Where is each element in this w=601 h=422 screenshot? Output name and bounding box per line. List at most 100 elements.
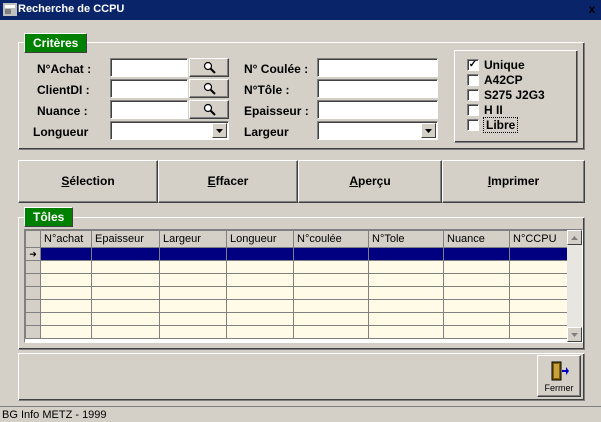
checkbox-a42cp-box[interactable]: [467, 74, 479, 86]
table-cell[interactable]: [368, 286, 444, 300]
coulee-input[interactable]: [317, 58, 438, 77]
nuance-lookup-button[interactable]: [189, 100, 229, 119]
table-row[interactable]: [25, 325, 569, 339]
row-selector[interactable]: [25, 312, 41, 326]
table-cell[interactable]: [159, 299, 227, 313]
table-cell[interactable]: [509, 286, 569, 300]
table-cell[interactable]: [509, 312, 569, 326]
longueur-select[interactable]: [110, 121, 229, 140]
table-cell[interactable]: [40, 312, 92, 326]
table-cell[interactable]: [91, 273, 160, 287]
column-header[interactable]: N°coulée: [293, 230, 369, 248]
scroll-down-button[interactable]: [567, 327, 582, 342]
table-cell[interactable]: [91, 325, 160, 339]
table-cell[interactable]: [443, 273, 510, 287]
tole-input[interactable]: [317, 79, 438, 98]
column-header[interactable]: N°achat: [40, 230, 92, 248]
table-cell[interactable]: [293, 273, 369, 287]
table-row[interactable]: [25, 286, 569, 300]
table-row[interactable]: ➜: [25, 247, 569, 261]
table-cell[interactable]: [159, 286, 227, 300]
table-cell[interactable]: [443, 312, 510, 326]
table-cell[interactable]: [368, 273, 444, 287]
table-cell[interactable]: [443, 260, 510, 274]
checkbox-s275j2g3-box[interactable]: [467, 89, 479, 101]
column-header[interactable]: Nuance: [443, 230, 510, 248]
largeur-select[interactable]: [317, 121, 438, 140]
checkbox-libre-box[interactable]: [467, 119, 479, 131]
table-cell[interactable]: [293, 312, 369, 326]
imprimer-button[interactable]: Imprimer: [442, 160, 585, 203]
largeur-dropdown-button[interactable]: [421, 123, 436, 138]
table-cell[interactable]: [40, 247, 92, 261]
table-cell[interactable]: [509, 299, 569, 313]
column-header[interactable]: N°CCPU: [509, 230, 569, 248]
table-cell[interactable]: [159, 260, 227, 274]
selection-button[interactable]: Sélection: [18, 160, 158, 203]
table-cell[interactable]: [293, 260, 369, 274]
achat-input[interactable]: [110, 58, 188, 77]
table-cell[interactable]: [226, 286, 294, 300]
table-cell[interactable]: [368, 299, 444, 313]
table-cell[interactable]: [226, 247, 294, 261]
table-cell[interactable]: [159, 247, 227, 261]
toles-grid[interactable]: N°achat Epaisseur Largeur Longueur N°cou…: [24, 229, 583, 343]
column-header[interactable]: Largeur: [159, 230, 227, 248]
table-cell[interactable]: [40, 273, 92, 287]
table-cell[interactable]: [159, 312, 227, 326]
table-cell[interactable]: [368, 260, 444, 274]
table-row[interactable]: [25, 312, 569, 326]
epaisseur-input[interactable]: [317, 100, 438, 119]
table-cell[interactable]: [509, 247, 569, 261]
row-selector[interactable]: [25, 273, 41, 287]
table-cell[interactable]: [40, 325, 92, 339]
achat-lookup-button[interactable]: [189, 58, 229, 77]
nuance-input[interactable]: [110, 100, 188, 119]
table-cell[interactable]: [509, 273, 569, 287]
table-cell[interactable]: [91, 247, 160, 261]
table-cell[interactable]: [40, 299, 92, 313]
row-selector[interactable]: [25, 325, 41, 339]
table-cell[interactable]: [368, 312, 444, 326]
clientdi-input[interactable]: [110, 79, 188, 98]
table-cell[interactable]: [40, 286, 92, 300]
table-row[interactable]: [25, 273, 569, 287]
checkbox-hii-box[interactable]: [467, 104, 479, 116]
table-cell[interactable]: [368, 325, 444, 339]
scroll-up-button[interactable]: [567, 230, 582, 245]
table-cell[interactable]: [91, 312, 160, 326]
clientdi-lookup-button[interactable]: [189, 79, 229, 98]
table-cell[interactable]: [159, 325, 227, 339]
close-window-button[interactable]: x: [585, 2, 599, 16]
table-cell[interactable]: [443, 325, 510, 339]
row-selector[interactable]: [25, 260, 41, 274]
longueur-dropdown-button[interactable]: [212, 123, 227, 138]
table-cell[interactable]: [293, 325, 369, 339]
table-cell[interactable]: [91, 299, 160, 313]
checkbox-unique-box[interactable]: ✓: [467, 59, 479, 71]
table-cell[interactable]: [91, 286, 160, 300]
apercu-button[interactable]: Aperçu: [298, 160, 442, 203]
table-cell[interactable]: [40, 260, 92, 274]
grid-vertical-scrollbar[interactable]: [567, 230, 582, 342]
table-cell[interactable]: [226, 260, 294, 274]
effacer-button[interactable]: Effacer: [158, 160, 298, 203]
table-cell[interactable]: [226, 273, 294, 287]
table-cell[interactable]: [293, 247, 369, 261]
table-cell[interactable]: [443, 247, 510, 261]
table-cell[interactable]: [226, 325, 294, 339]
table-row[interactable]: [25, 299, 569, 313]
column-header[interactable]: N°Tole: [368, 230, 444, 248]
fermer-button[interactable]: Fermer: [537, 355, 581, 397]
table-cell[interactable]: [443, 299, 510, 313]
table-cell[interactable]: [159, 273, 227, 287]
table-cell[interactable]: [368, 247, 444, 261]
table-cell[interactable]: [293, 299, 369, 313]
table-cell[interactable]: [443, 286, 510, 300]
table-cell[interactable]: [226, 299, 294, 313]
table-cell[interactable]: [91, 260, 160, 274]
table-row[interactable]: [25, 260, 569, 274]
row-selector[interactable]: [25, 299, 41, 313]
row-selector[interactable]: [25, 286, 41, 300]
table-cell[interactable]: [509, 325, 569, 339]
